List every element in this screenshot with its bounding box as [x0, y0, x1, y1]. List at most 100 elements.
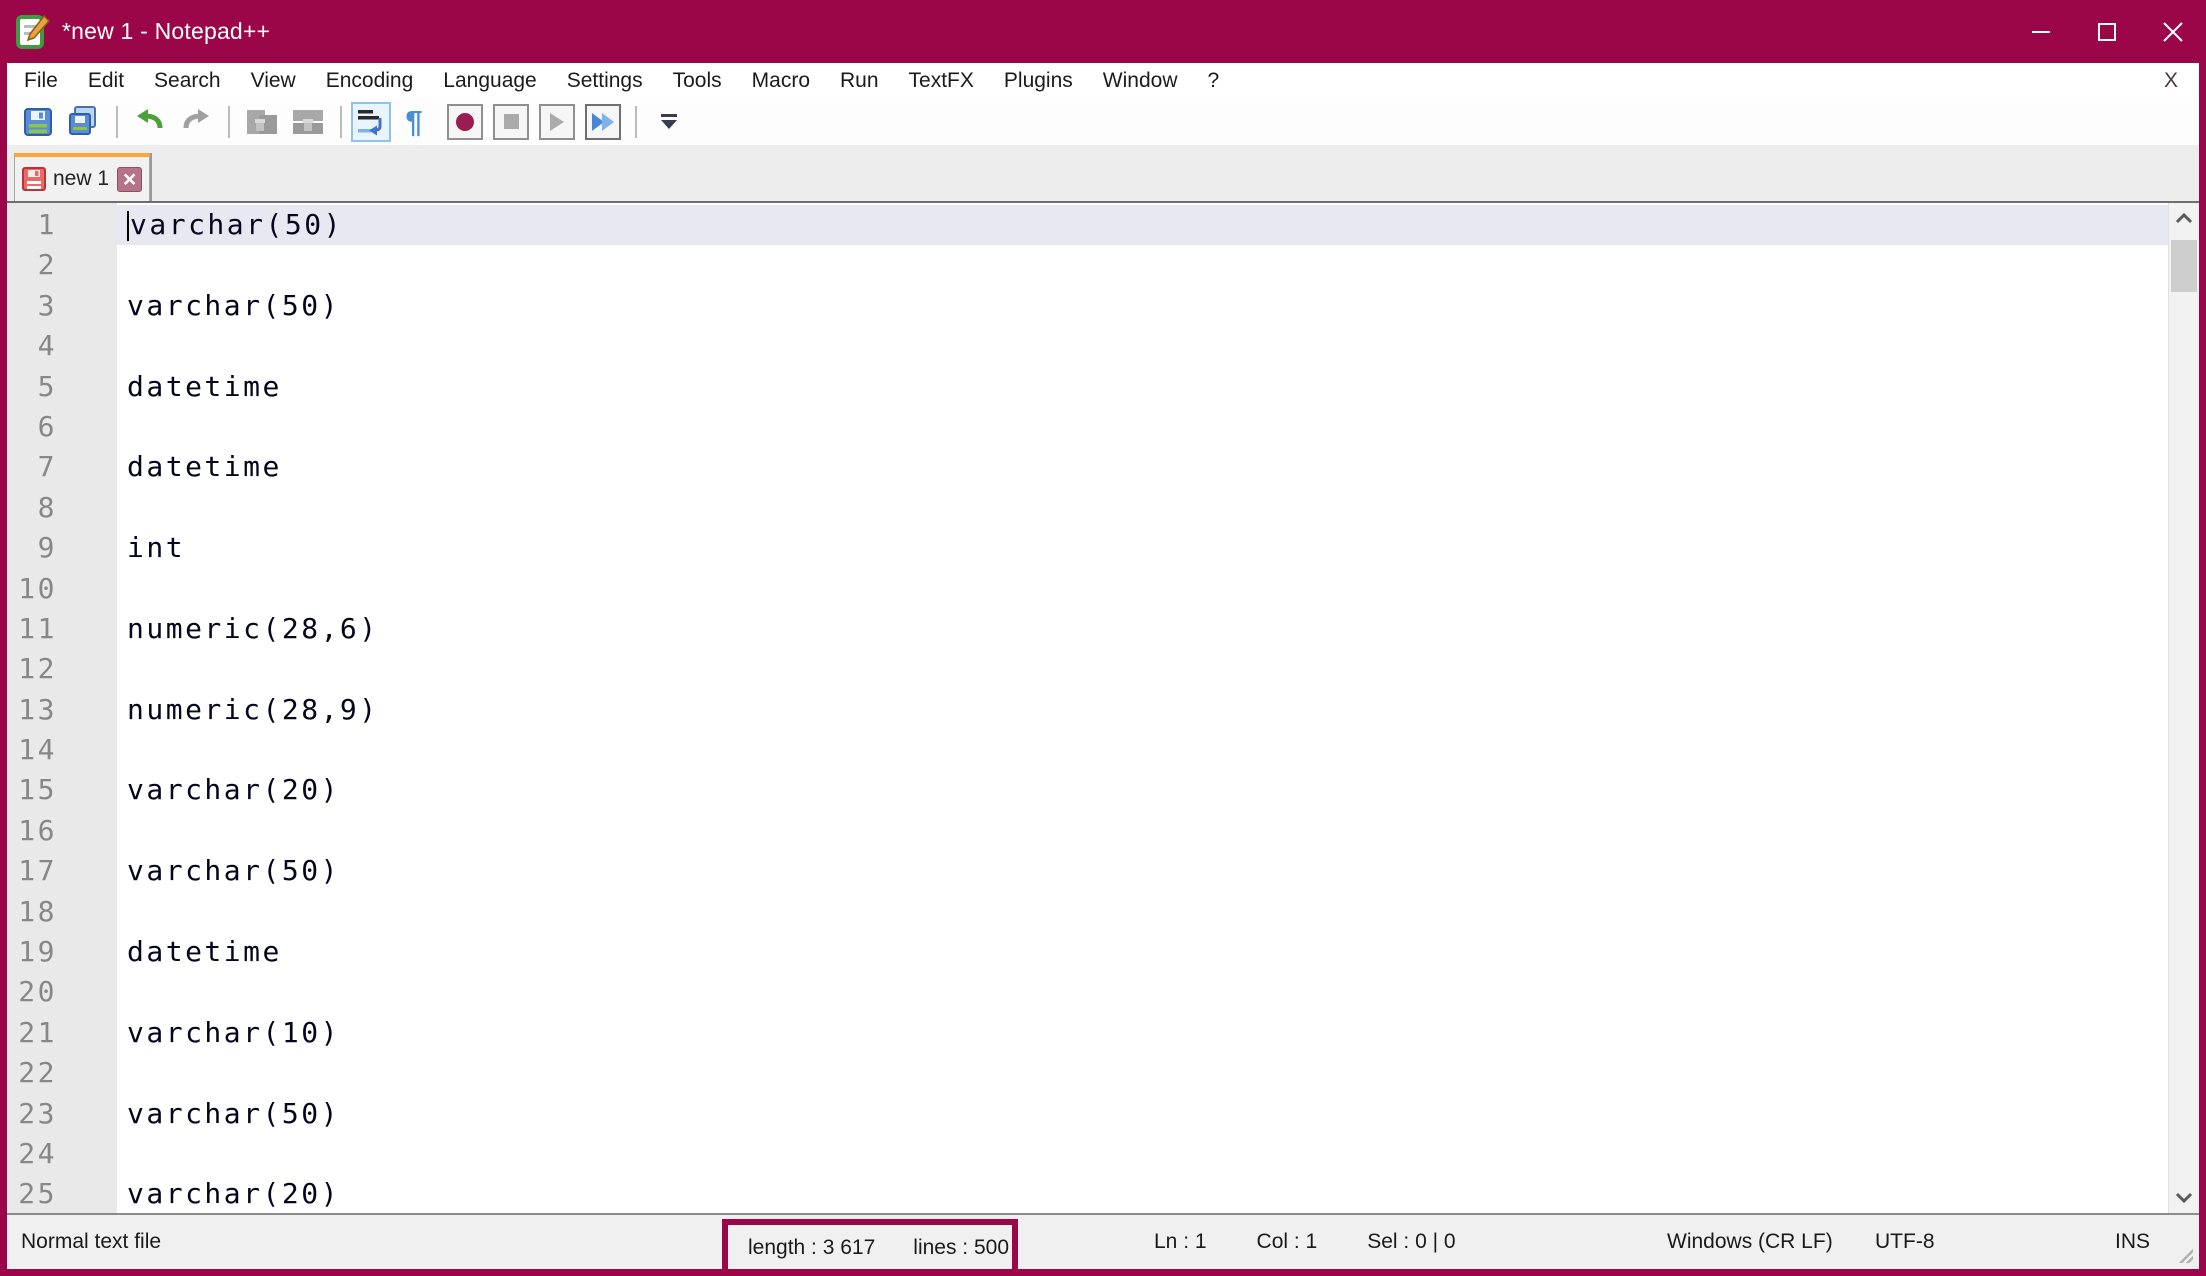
redo-icon	[180, 106, 212, 138]
stop-macro-button[interactable]	[491, 102, 531, 142]
redo-button[interactable]	[176, 102, 216, 142]
line-number: 16	[7, 811, 117, 851]
chevron-up-icon	[2175, 212, 2193, 224]
code-line	[117, 245, 2168, 285]
status-eol-format: Windows (CR LF)	[1667, 1215, 1833, 1269]
menu-item-settings[interactable]: Settings	[552, 63, 658, 98]
code-line: datetime	[117, 447, 2168, 487]
sync-vertical-scroll-icon	[245, 105, 279, 139]
line-number: 11	[7, 609, 117, 649]
window-title: *new 1 - Notepad++	[62, 18, 270, 45]
line-number: 4	[7, 326, 117, 366]
menu-item-edit[interactable]: Edit	[73, 63, 139, 98]
status-col: Col : 1	[1257, 1230, 1318, 1254]
menu-item-window[interactable]: Window	[1088, 63, 1193, 98]
word-wrap-button[interactable]	[351, 102, 391, 142]
code-lines[interactable]: varchar(50)varchar(50)datetimedatetimein…	[117, 203, 2168, 1213]
line-number: 18	[7, 892, 117, 932]
status-encoding: UTF-8	[1875, 1215, 1935, 1269]
line-number: 6	[7, 407, 117, 447]
code-line	[117, 811, 2168, 851]
line-number: 15	[7, 770, 117, 810]
code-line	[117, 569, 2168, 609]
line-number: 7	[7, 447, 117, 487]
record-macro-button[interactable]	[445, 102, 485, 142]
line-number: 25	[7, 1174, 117, 1213]
chevron-down-icon	[2175, 1192, 2193, 1204]
line-number: 19	[7, 932, 117, 972]
resize-grip[interactable]	[2179, 1249, 2193, 1263]
show-all-characters-button[interactable]: ¶	[394, 102, 434, 142]
close-button[interactable]	[2140, 0, 2206, 63]
status-cursor-position: Ln : 1 Col : 1 Sel : 0 | 0	[1154, 1215, 1456, 1269]
menu-item-help[interactable]: ?	[1193, 63, 1235, 98]
tab-new-1[interactable]: new 1 ×	[14, 153, 150, 201]
menu-item-textfx[interactable]: TextFX	[894, 63, 989, 98]
unsaved-file-icon	[21, 166, 47, 192]
save-all-icon	[67, 105, 101, 139]
play-macro-icon	[539, 104, 575, 140]
word-wrap-icon	[355, 106, 387, 138]
menu-item-tools[interactable]: Tools	[658, 63, 737, 98]
line-number: 5	[7, 367, 117, 407]
menu-item-search[interactable]: Search	[139, 63, 236, 98]
menu-item-macro[interactable]: Macro	[737, 63, 825, 98]
status-ln: Ln : 1	[1154, 1230, 1207, 1254]
menu-item-run[interactable]: Run	[825, 63, 894, 98]
toolbar-separator	[635, 106, 637, 138]
scrollbar-thumb[interactable]	[2171, 240, 2197, 292]
scroll-down-button[interactable]	[2169, 1183, 2199, 1213]
status-lines: lines : 500	[913, 1236, 1009, 1260]
maximize-button[interactable]	[2074, 0, 2140, 63]
code-line	[117, 1053, 2168, 1093]
sync-horizontal-scroll-button[interactable]	[288, 102, 328, 142]
code-line	[117, 326, 2168, 366]
code-line	[117, 730, 2168, 770]
line-number: 20	[7, 972, 117, 1012]
status-length-lines-highlight-box: length : 3 617 lines : 500	[722, 1219, 1018, 1276]
code-line	[117, 1134, 2168, 1174]
save-button[interactable]	[18, 102, 58, 142]
menu-item-encoding[interactable]: Encoding	[311, 63, 429, 98]
line-number: 23	[7, 1094, 117, 1134]
toolbar-separator	[228, 106, 230, 138]
line-number: 10	[7, 569, 117, 609]
minimize-button[interactable]	[2008, 0, 2074, 63]
sync-horizontal-scroll-icon	[291, 105, 325, 139]
run-macro-multiple-times-button[interactable]	[583, 102, 623, 142]
line-number: 9	[7, 528, 117, 568]
code-line: varchar(10)	[117, 1013, 2168, 1053]
status-insert-mode: INS	[2115, 1215, 2150, 1269]
code-line: numeric(28,6)	[117, 609, 2168, 649]
save-all-button[interactable]	[64, 102, 104, 142]
window-content: FileEditSearchViewEncodingLanguageSettin…	[7, 63, 2199, 1269]
sync-vertical-scroll-button[interactable]	[242, 102, 282, 142]
scroll-up-button[interactable]	[2169, 203, 2199, 233]
code-line	[117, 892, 2168, 932]
undo-button[interactable]	[130, 102, 170, 142]
code-line: datetime	[117, 367, 2168, 407]
text-caret	[127, 211, 129, 241]
vertical-scrollbar[interactable]	[2168, 203, 2199, 1213]
menu-bar-close-button[interactable]: X	[2153, 63, 2189, 98]
menu-item-file[interactable]: File	[9, 63, 73, 98]
tab-close-icon[interactable]: ×	[117, 167, 142, 192]
code-line	[117, 488, 2168, 528]
menu-item-view[interactable]: View	[236, 63, 311, 98]
menu-bar: FileEditSearchViewEncodingLanguageSettin…	[7, 63, 2199, 98]
code-line: varchar(50)	[117, 851, 2168, 891]
stop-macro-icon	[493, 104, 529, 140]
play-macro-button[interactable]	[537, 102, 577, 142]
toolbar-overflow-button[interactable]	[649, 102, 689, 142]
line-number: 3	[7, 286, 117, 326]
save-icon	[22, 106, 54, 138]
code-line: varchar(20)	[117, 1174, 2168, 1213]
line-number: 24	[7, 1134, 117, 1174]
status-bar: Normal text file length : 3 617 lines : …	[7, 1213, 2199, 1269]
menu-item-language[interactable]: Language	[428, 63, 551, 98]
line-number: 2	[7, 245, 117, 285]
code-line: varchar(50)	[117, 205, 2168, 245]
line-number: 12	[7, 649, 117, 689]
menu-item-plugins[interactable]: Plugins	[989, 63, 1088, 98]
line-number: 8	[7, 488, 117, 528]
